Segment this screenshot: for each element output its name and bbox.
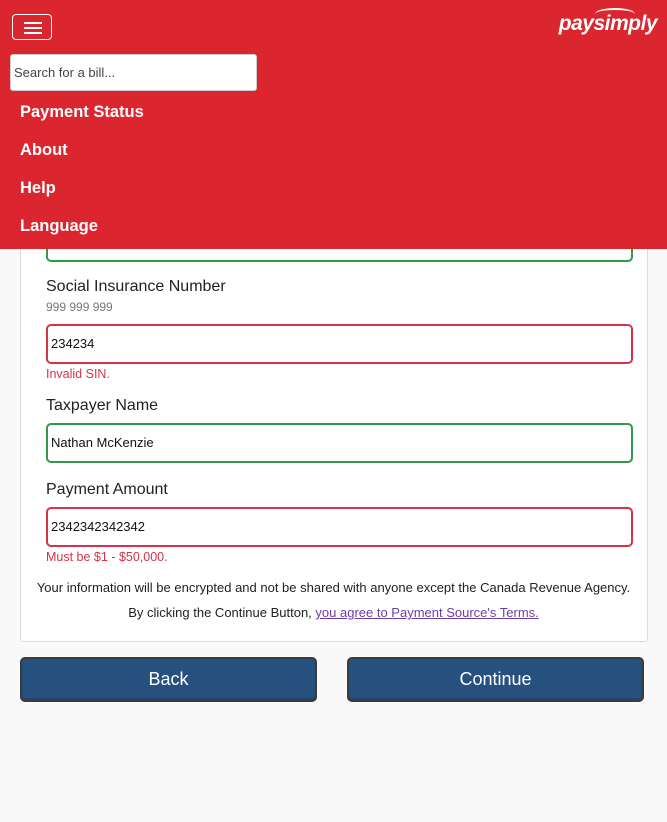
sin-input[interactable] [46, 324, 633, 364]
logo-swoosh-icon [594, 8, 635, 20]
back-button[interactable]: Back [20, 657, 317, 702]
privacy-note: Your information will be encrypted and n… [36, 580, 631, 595]
continue-button[interactable]: Continue [347, 657, 644, 702]
nav-payment-status[interactable]: Payment Status [20, 103, 144, 122]
terms-line: By clicking the Continue Button, you agr… [20, 605, 647, 620]
search-input[interactable] [10, 54, 257, 91]
nav-language[interactable]: Language [20, 217, 98, 236]
menu-toggle-button[interactable] [12, 14, 52, 40]
sin-error: Invalid SIN. [46, 367, 110, 381]
payment-amount-error: Must be $1 - $50,000. [46, 550, 168, 564]
hamburger-icon-line [24, 32, 42, 34]
payment-amount-label: Payment Amount [46, 481, 168, 498]
terms-link[interactable]: you agree to Payment Source's Terms. [315, 605, 538, 620]
taxpayer-name-label: Taxpayer Name [46, 397, 159, 414]
taxpayer-name-input[interactable] [46, 423, 633, 463]
header-nav: paysimply Payment Status About Help Lang… [0, 0, 667, 249]
paysimply-logo[interactable]: paysimply [559, 8, 658, 36]
sin-hint: 999 999 999 [46, 300, 113, 314]
nav-about[interactable]: About [20, 141, 68, 160]
payment-amount-input[interactable] [46, 507, 633, 547]
sin-label: Social Insurance Number [46, 278, 226, 295]
hamburger-icon-line [24, 27, 42, 29]
hamburger-icon [24, 22, 42, 24]
terms-prefix: By clicking the Continue Button, [128, 605, 316, 620]
nav-help[interactable]: Help [20, 179, 56, 198]
